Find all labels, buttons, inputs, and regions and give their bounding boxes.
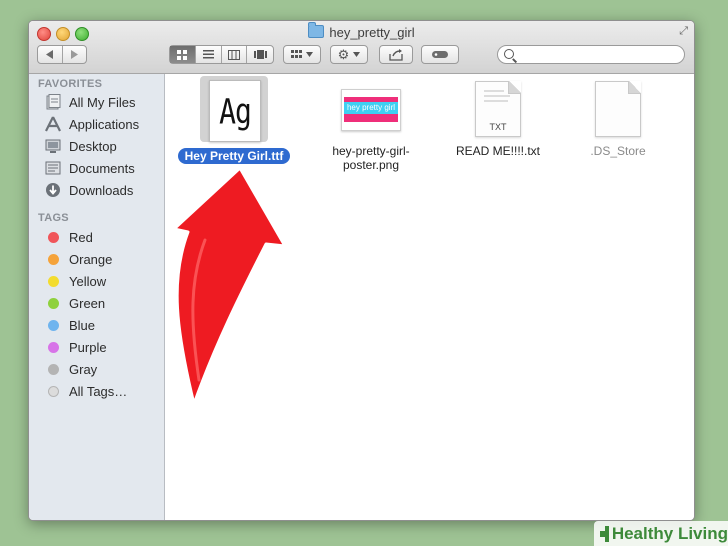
file-name: READ ME!!!!.txt (455, 144, 540, 158)
file-item-font[interactable]: Ag Hey Pretty Girl.ttf (169, 76, 299, 165)
share-icon (389, 48, 403, 61)
documents-icon (45, 160, 61, 176)
gear-icon: ⚙ (337, 46, 350, 62)
tags-heading: TAGS (38, 212, 69, 224)
icon-view-button[interactable] (170, 46, 196, 63)
tag-color-dot (48, 275, 59, 287)
action-button[interactable]: ⚙ (330, 45, 368, 64)
back-forward-control (37, 45, 87, 64)
forward-arrow-icon (71, 50, 79, 59)
sidebar-tag-purple[interactable]: Purple (45, 337, 107, 357)
text-file-icon: TXT (475, 81, 521, 137)
sidebar: FAVORITES All My Files Applications Desk… (29, 74, 165, 520)
sidebar-tag-blue[interactable]: Blue (45, 315, 95, 335)
back-button[interactable] (38, 46, 63, 63)
share-button[interactable] (379, 45, 413, 64)
healthy-living-watermark: Healthy Living (594, 521, 728, 546)
sidebar-item-label: Applications (69, 116, 140, 132)
sidebar-tag-red[interactable]: Red (45, 227, 93, 247)
sidebar-item-label: Documents (69, 160, 135, 176)
file-item-readme-txt[interactable]: TXT READ ME!!!!.txt (443, 76, 553, 158)
arrange-button[interactable] (283, 45, 321, 64)
file-name[interactable]: Hey Pretty Girl.ttf (177, 148, 291, 164)
window-title: hey_pretty_girl (29, 22, 694, 40)
list-view-button[interactable] (196, 46, 222, 63)
sidebar-item-applications[interactable]: Applications (45, 114, 139, 134)
column-view-icon (227, 49, 240, 60)
chevron-down-icon (353, 52, 361, 57)
tag-color-dot (48, 385, 59, 397)
tag-color-dot (48, 297, 59, 309)
txt-badge: TXT (489, 122, 507, 132)
sidebar-item-documents[interactable]: Documents (45, 158, 135, 178)
search-field[interactable] (497, 45, 685, 64)
file-item-ds-store[interactable]: .DS_Store (573, 76, 663, 158)
sidebar-item-label: All My Files (69, 94, 136, 110)
sidebar-tag-label: Orange (69, 251, 113, 267)
cover-flow-button[interactable] (247, 46, 273, 63)
sidebar-all-tags[interactable]: All Tags… (45, 381, 127, 401)
file-thumbnail-highlight: Ag (200, 76, 268, 142)
favorites-heading: FAVORITES (38, 78, 103, 90)
sidebar-item-label: Downloads (69, 182, 134, 198)
finder-window: hey_pretty_girl ⤢ ⚙ FAVORITES All My Fil… (28, 20, 695, 521)
sidebar-tag-label: Blue (69, 317, 96, 333)
edit-tags-button[interactable] (421, 45, 459, 64)
cover-flow-icon (253, 50, 267, 59)
sidebar-tag-green[interactable]: Green (45, 293, 105, 313)
sidebar-tag-label: Red (69, 229, 93, 245)
forward-button[interactable] (63, 46, 87, 63)
sidebar-tag-label: Purple (69, 339, 107, 355)
search-icon (504, 49, 514, 59)
file-name-line2: poster.png (342, 158, 400, 172)
list-view-icon (202, 50, 214, 59)
sidebar-tag-orange[interactable]: Orange (45, 249, 112, 269)
tag-color-dot (48, 341, 59, 353)
folder-icon (308, 22, 325, 38)
watermark-text: Healthy Living (611, 523, 728, 543)
chevron-down-icon (306, 52, 313, 57)
plus-logo-icon (600, 525, 609, 542)
sidebar-item-downloads[interactable]: Downloads (45, 180, 133, 200)
sidebar-tag-gray[interactable]: Gray (45, 359, 97, 379)
tag-icon (432, 51, 448, 58)
tag-color-dot (48, 363, 59, 375)
sidebar-tag-label: Yellow (69, 273, 107, 289)
sidebar-tag-label: Green (69, 295, 106, 311)
window-title-text: hey_pretty_girl (329, 25, 415, 40)
column-view-button[interactable] (222, 46, 248, 63)
desktop-icon (45, 138, 61, 154)
image-file-icon: hey pretty girl (341, 89, 401, 131)
all-my-files-icon (45, 94, 61, 110)
file-name: .DS_Store (590, 144, 646, 158)
back-arrow-icon (45, 50, 53, 59)
poster-preview-text: hey pretty girl (344, 102, 398, 114)
sidebar-item-all-my-files[interactable]: All My Files (45, 92, 135, 112)
view-switcher (169, 45, 274, 64)
sidebar-tag-yellow[interactable]: Yellow (45, 271, 106, 291)
arrange-grid-icon (291, 50, 302, 58)
tag-color-dot (48, 253, 59, 265)
tag-color-dot (48, 231, 59, 243)
applications-icon (45, 116, 61, 132)
file-name-line1: hey-pretty-girl- (332, 144, 410, 158)
tag-color-dot (48, 319, 59, 331)
sidebar-item-desktop[interactable]: Desktop (45, 136, 117, 156)
sidebar-tag-label: Gray (69, 361, 98, 377)
sidebar-item-label: Desktop (69, 138, 117, 154)
downloads-icon (45, 182, 61, 198)
fullscreen-icon[interactable]: ⤢ (679, 25, 688, 38)
font-file-icon: Ag (209, 80, 261, 142)
file-browser-area: Ag Hey Pretty Girl.ttf hey pretty girl h… (165, 74, 694, 520)
blank-file-icon (595, 81, 641, 137)
sidebar-tag-label: All Tags… (69, 383, 128, 399)
icon-view-icon (176, 49, 187, 60)
file-item-poster-png[interactable]: hey pretty girl hey-pretty-girl- poster.… (313, 76, 429, 172)
toolbar: hey_pretty_girl ⤢ ⚙ (29, 21, 694, 74)
font-preview-glyphs: Ag (219, 90, 252, 132)
